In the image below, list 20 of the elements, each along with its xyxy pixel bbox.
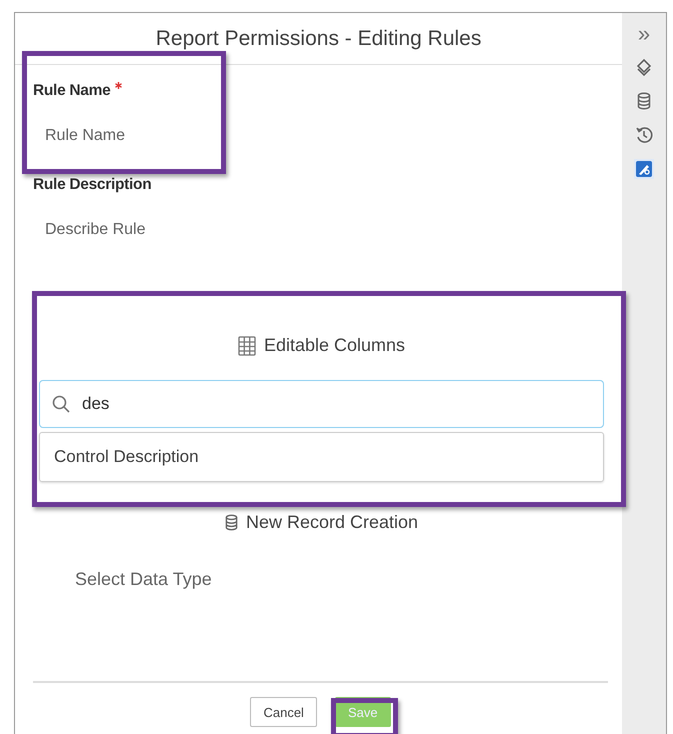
cancel-button[interactable]: Cancel: [250, 697, 317, 727]
text-field[interactable]: Rule Name: [45, 127, 245, 145]
section-heading: Editable Columns: [264, 335, 406, 356]
data-type-field[interactable]: Select Data Type: [75, 569, 375, 590]
edit-icon[interactable]: [635, 160, 654, 178]
highlight-frame: [331, 698, 398, 734]
section-heading: New Record Creation: [246, 512, 418, 533]
table-columns-icon: [238, 336, 256, 356]
field-label: Rule Description: [33, 176, 152, 194]
dropdown-option[interactable]: Control Description: [39, 432, 604, 482]
history-icon[interactable]: [635, 126, 654, 144]
text-field[interactable]: Describe Rule: [45, 221, 245, 239]
field-label: Rule Name: [33, 82, 110, 100]
database-icon: [224, 514, 238, 531]
database-icon[interactable]: [637, 92, 652, 110]
layers-icon[interactable]: [636, 58, 652, 76]
search-icon: [52, 395, 70, 413]
collapse-button[interactable]: »: [638, 25, 650, 43]
search-field[interactable]: des: [39, 380, 604, 428]
dialog-title: Report Permissions - Editing Rules: [156, 27, 482, 51]
